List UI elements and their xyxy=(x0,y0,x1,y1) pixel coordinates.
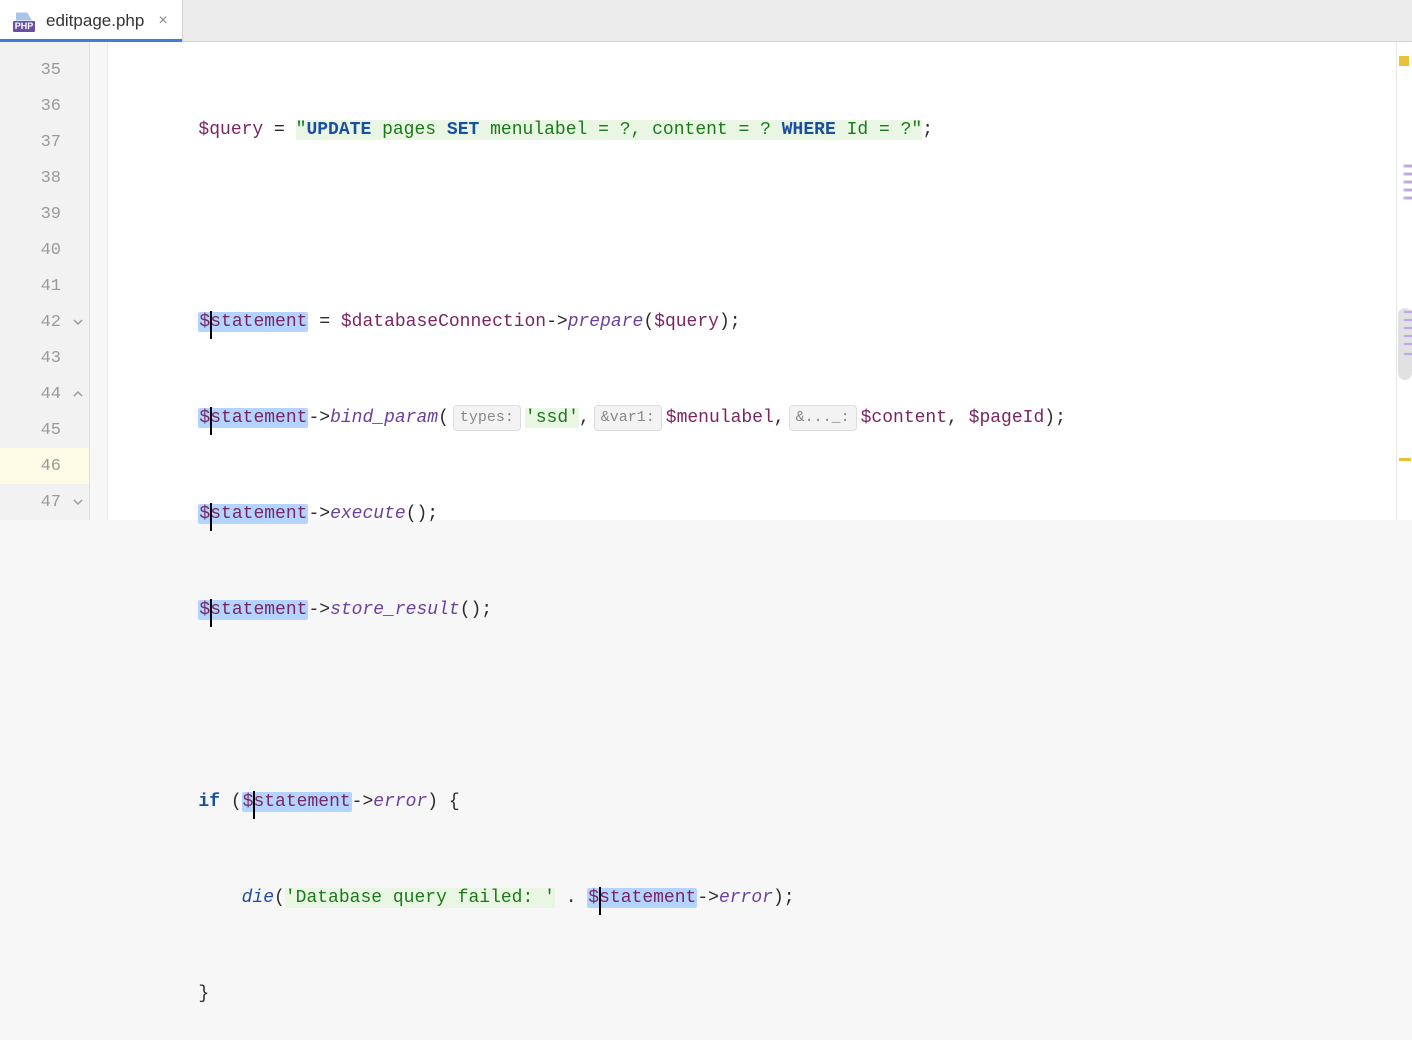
gutter-line[interactable]: 35 xyxy=(0,52,89,88)
php-file-icon: PHP xyxy=(10,10,38,32)
code-line[interactable] xyxy=(108,208,1396,244)
code-line[interactable]: $statement->bind_param(types:'ssd',&var1… xyxy=(108,400,1396,436)
marker-hint[interactable] xyxy=(1403,352,1412,356)
param-hint: &var1: xyxy=(594,405,662,431)
gutter-line[interactable]: 47 xyxy=(0,484,89,520)
marker-hint[interactable] xyxy=(1403,180,1412,184)
code-line[interactable]: $statement->execute(); xyxy=(108,496,1396,532)
code-line[interactable]: $query = "UPDATE pages SET menulabel = ?… xyxy=(108,112,1396,148)
fold-expand-icon[interactable] xyxy=(71,495,85,509)
code-line[interactable]: $statement = $databaseConnection->prepar… xyxy=(108,304,1396,340)
gutter-line[interactable]: 44 xyxy=(0,376,89,412)
marker-hint[interactable] xyxy=(1403,164,1412,168)
gutter-line[interactable]: 39 xyxy=(0,196,89,232)
marker-hint[interactable] xyxy=(1403,172,1412,176)
code-line[interactable]: } xyxy=(108,976,1396,1012)
code-line[interactable] xyxy=(108,688,1396,724)
marker-hint[interactable] xyxy=(1403,334,1412,338)
tab-editpage[interactable]: PHP editpage.php × xyxy=(0,0,183,41)
close-icon[interactable]: × xyxy=(158,12,167,30)
marker-hint[interactable] xyxy=(1403,310,1412,314)
marker-warn[interactable] xyxy=(1399,56,1409,66)
gutter-line[interactable]: 40 xyxy=(0,232,89,268)
marker-hint[interactable] xyxy=(1403,342,1412,346)
code-line[interactable]: die('Database query failed: ' . $stateme… xyxy=(108,880,1396,916)
tab-title: editpage.php xyxy=(46,11,144,31)
gutter-line[interactable]: 45 xyxy=(0,412,89,448)
gutter[interactable]: 35363738394041424344454647 xyxy=(0,42,90,520)
param-hint: types: xyxy=(453,405,521,431)
gutter-line[interactable]: 46 xyxy=(0,448,89,484)
marker-stripe[interactable] xyxy=(1396,42,1412,520)
code-area[interactable]: $query = "UPDATE pages SET menulabel = ?… xyxy=(108,42,1396,520)
tab-bar: PHP editpage.php × xyxy=(0,0,1412,42)
fold-collapse-icon[interactable] xyxy=(71,387,85,401)
marker-caret-mark[interactable] xyxy=(1399,458,1411,461)
gutter-line[interactable]: 41 xyxy=(0,268,89,304)
gutter-line[interactable]: 43 xyxy=(0,340,89,376)
marker-hint[interactable] xyxy=(1403,326,1412,330)
param-hint: &..._: xyxy=(789,405,857,431)
marker-hint[interactable] xyxy=(1403,188,1412,192)
code-line[interactable]: if ($statement->error) { xyxy=(108,784,1396,820)
gutter-line[interactable]: 42 xyxy=(0,304,89,340)
gutter-line[interactable]: 37 xyxy=(0,124,89,160)
marker-hint[interactable] xyxy=(1403,196,1412,200)
code-line[interactable]: $statement->store_result(); xyxy=(108,592,1396,628)
fold-expand-icon[interactable] xyxy=(71,315,85,329)
gutter-line[interactable]: 36 xyxy=(0,88,89,124)
editor: 35363738394041424344454647 $query = "UPD… xyxy=(0,42,1412,520)
fold-stripe xyxy=(90,42,108,520)
marker-hint[interactable] xyxy=(1403,318,1412,322)
gutter-line[interactable]: 38 xyxy=(0,160,89,196)
